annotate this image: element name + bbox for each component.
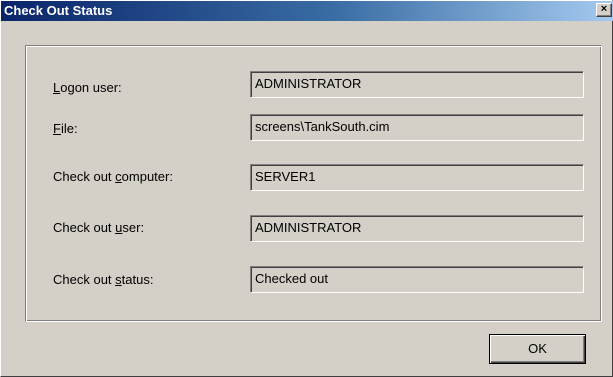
check-out-status-value: Checked out bbox=[255, 271, 328, 286]
check-out-user-field[interactable]: ADMINISTRATOR bbox=[250, 215, 584, 242]
logon-user-value: ADMINISTRATOR bbox=[255, 76, 362, 91]
file-field[interactable]: screens\TankSouth.cim bbox=[250, 114, 584, 141]
logon-user-label: Logon user: bbox=[53, 80, 122, 95]
close-icon: × bbox=[600, 3, 608, 15]
check-out-computer-value: SERVER1 bbox=[255, 169, 316, 184]
file-label: File: bbox=[53, 121, 78, 136]
check-out-computer-label: Check out computer: bbox=[53, 169, 173, 184]
check-out-user-label: Check out user: bbox=[53, 220, 145, 235]
close-button[interactable]: × bbox=[596, 3, 612, 17]
dialog-title: Check Out Status bbox=[4, 3, 113, 18]
check-out-status-label: Check out status: bbox=[53, 272, 154, 287]
check-out-computer-field[interactable]: SERVER1 bbox=[250, 164, 584, 191]
logon-user-field[interactable]: ADMINISTRATOR bbox=[250, 71, 584, 98]
check-out-status-field[interactable]: Checked out bbox=[250, 266, 584, 293]
file-value: screens\TankSouth.cim bbox=[255, 119, 390, 134]
title-bar[interactable]: Check Out Status × bbox=[1, 1, 613, 21]
check-out-status-dialog: Check Out Status × Logon user: ADMINISTR… bbox=[0, 0, 613, 377]
check-out-user-value: ADMINISTRATOR bbox=[255, 220, 362, 235]
ok-button[interactable]: OK bbox=[489, 334, 586, 364]
